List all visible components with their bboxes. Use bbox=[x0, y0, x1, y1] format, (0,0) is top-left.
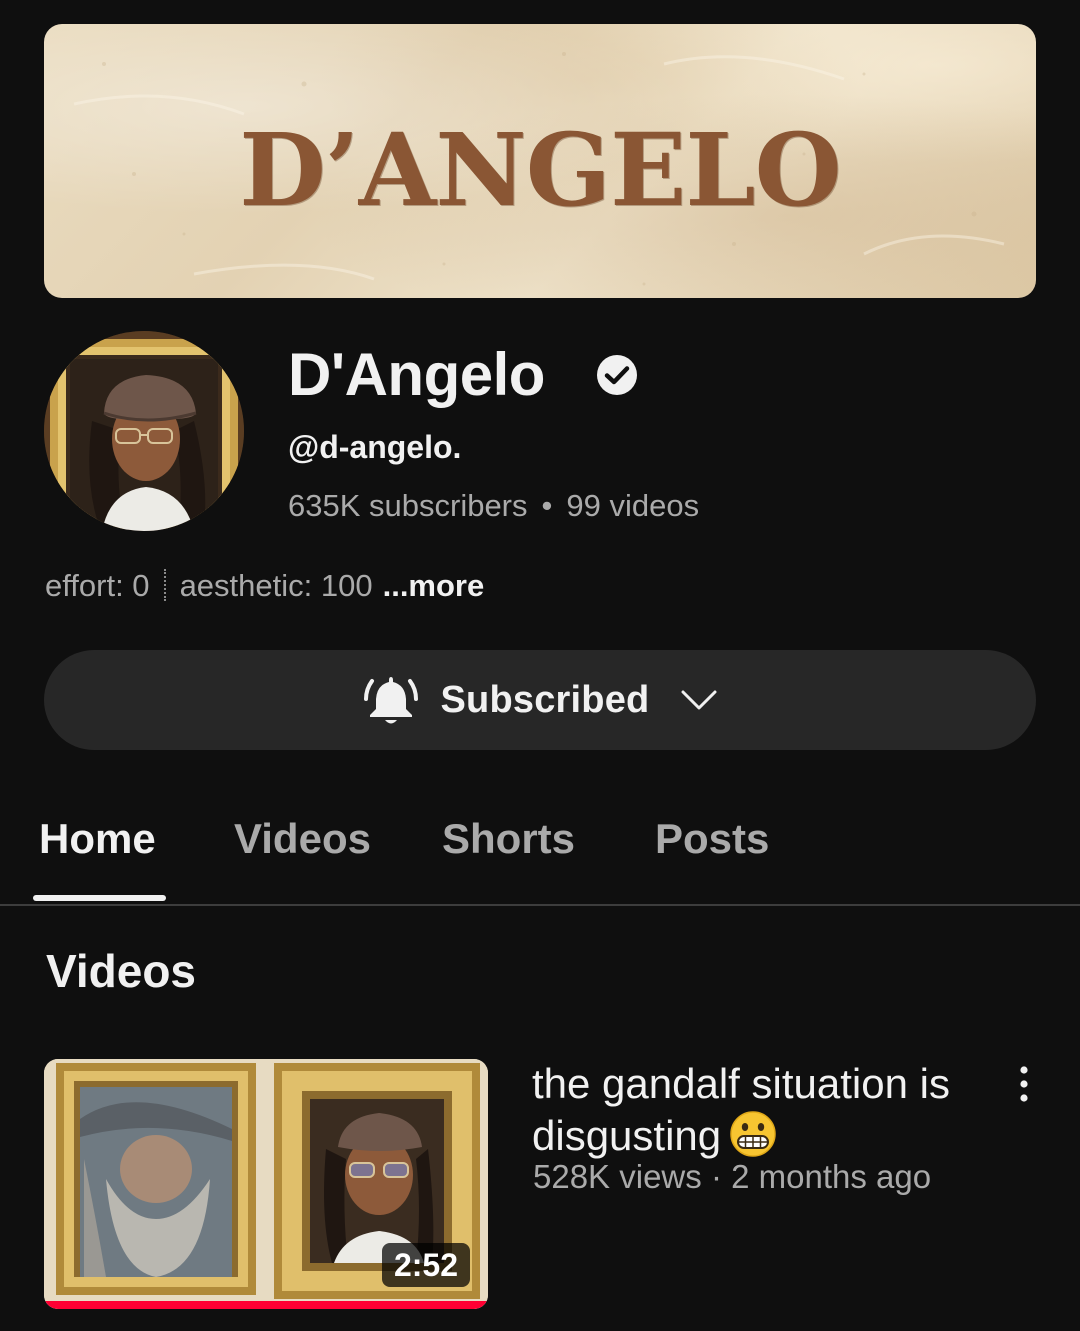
channel-name: D'Angelo bbox=[288, 341, 545, 408]
description-more-link[interactable]: ...more bbox=[383, 568, 485, 603]
video-duration: 2:52 bbox=[381, 1243, 470, 1287]
channel-avatar[interactable] bbox=[44, 331, 244, 531]
tab-home[interactable]: Home bbox=[39, 814, 156, 864]
subscribed-button[interactable]: Subscribed bbox=[44, 650, 1036, 750]
video-count: 99 videos bbox=[566, 488, 700, 523]
grimacing-face-icon bbox=[730, 1111, 776, 1157]
channel-handle: @d-angelo. bbox=[288, 429, 462, 465]
video-age: 2 months ago bbox=[731, 1158, 932, 1195]
stats-separator: • bbox=[541, 488, 553, 523]
description-effort: effort: 0 bbox=[45, 568, 150, 603]
description-divider bbox=[163, 569, 166, 601]
watch-progress-bar bbox=[44, 1301, 488, 1309]
verified-badge-icon bbox=[597, 355, 637, 395]
video-meta-separator: · bbox=[710, 1158, 722, 1195]
video-views: 528K views bbox=[533, 1158, 702, 1195]
avatar-image bbox=[44, 331, 244, 531]
subscriber-count: 635K subscribers bbox=[288, 488, 528, 523]
channel-tabs: Home Videos Shorts Posts bbox=[0, 800, 1080, 906]
video-thumbnail[interactable]: 2:52 bbox=[44, 1059, 488, 1309]
channel-banner: D’ANGELO bbox=[44, 24, 1036, 298]
channel-stats: 635K subscribers • 99 videos bbox=[288, 487, 699, 525]
description-aesthetic: aesthetic: 100 bbox=[179, 568, 373, 603]
video-title[interactable]: the gandalf situation is disgusting bbox=[532, 1058, 972, 1162]
tab-videos[interactable]: Videos bbox=[234, 814, 371, 864]
chevron-down-icon bbox=[681, 690, 717, 710]
video-meta: 528K views · 2 months ago bbox=[533, 1156, 931, 1198]
tab-shorts[interactable]: Shorts bbox=[442, 814, 575, 864]
subscribed-label: Subscribed bbox=[440, 678, 650, 721]
tab-posts[interactable]: Posts bbox=[655, 814, 769, 864]
more-vertical-icon[interactable] bbox=[1006, 1064, 1042, 1104]
bell-ringing-icon bbox=[363, 677, 418, 724]
active-tab-indicator bbox=[33, 895, 166, 901]
banner-title: D’ANGELO bbox=[239, 111, 842, 229]
channel-description[interactable]: effort: 0 aesthetic: 100 ...more bbox=[45, 567, 484, 605]
section-title: Videos bbox=[46, 945, 196, 997]
